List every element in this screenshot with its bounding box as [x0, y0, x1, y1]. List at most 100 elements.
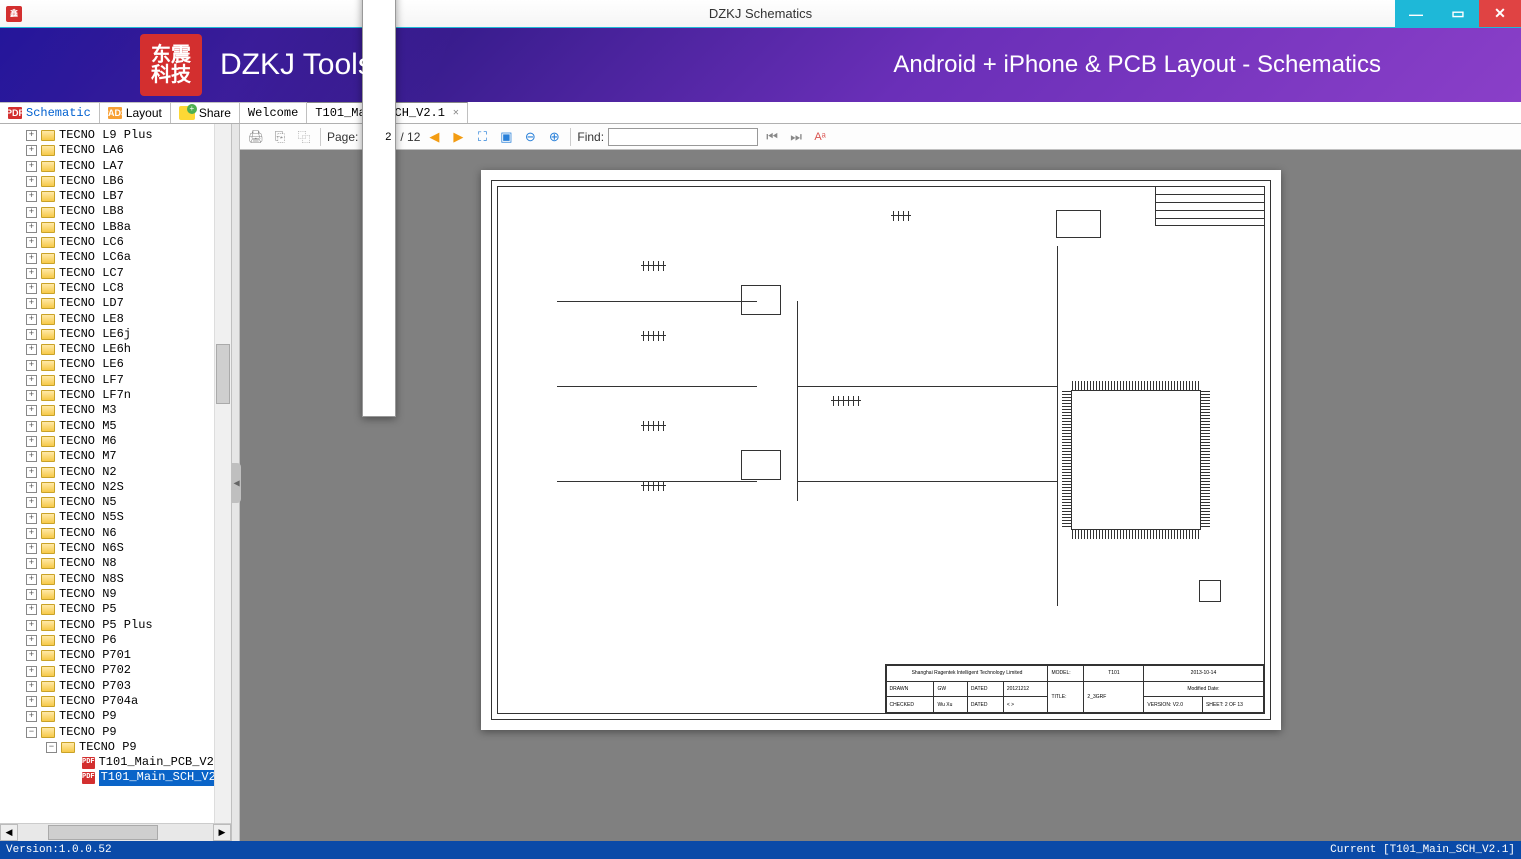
save-icon[interactable]: 🖨 — [246, 127, 266, 147]
expand-icon[interactable]: + — [26, 650, 37, 661]
tree-item[interactable]: +TECNO LB8a — [2, 220, 231, 235]
expand-icon[interactable]: + — [26, 543, 37, 554]
tree-item[interactable]: +TECNO P702 — [2, 663, 231, 678]
splitter-grip[interactable] — [232, 463, 241, 503]
sidebar-vscroll[interactable] — [214, 124, 231, 823]
tree-item[interactable]: +TECNO LC8 — [2, 281, 231, 296]
tab-schematic[interactable]: PDF Schematic — [0, 102, 100, 123]
tree-item[interactable]: +TECNO N6 — [2, 526, 231, 541]
tree-item[interactable]: +TECNO P701 — [2, 648, 231, 663]
find-prev-button[interactable]: ⏮ — [762, 127, 782, 147]
expand-icon[interactable]: + — [26, 635, 37, 646]
collapse-icon[interactable]: − — [46, 742, 57, 753]
tree-item[interactable]: +TECNO L9 Plus — [2, 128, 231, 143]
collapse-icon[interactable]: − — [26, 727, 37, 738]
tree-item[interactable]: +TECNO LC6 — [2, 235, 231, 250]
expand-icon[interactable]: + — [26, 681, 37, 692]
fit-page-icon[interactable]: ▣ — [496, 127, 516, 147]
tree-item[interactable]: +TECNO P6 — [2, 633, 231, 648]
tree-file-selected[interactable]: PDFT101_Main_SCH_V2.1 — [2, 770, 231, 785]
tree-item[interactable]: +TECNO N5 — [2, 495, 231, 510]
expand-icon[interactable]: + — [26, 405, 37, 416]
tree-item[interactable]: +TECNO LB6 — [2, 174, 231, 189]
copy-icon[interactable]: ⎘ — [270, 127, 290, 147]
expand-icon[interactable]: + — [26, 360, 37, 371]
expand-icon[interactable]: + — [26, 390, 37, 401]
tree-item[interactable]: +TECNO M5 — [2, 419, 231, 434]
maximize-button[interactable]: ▭ — [1437, 0, 1479, 27]
expand-icon[interactable]: + — [26, 467, 37, 478]
expand-icon[interactable]: + — [26, 222, 37, 233]
tree-item[interactable]: +TECNO M6 — [2, 434, 231, 449]
expand-icon[interactable]: + — [26, 574, 37, 585]
expand-icon[interactable]: + — [26, 482, 37, 493]
expand-icon[interactable]: + — [26, 436, 37, 447]
tree-item[interactable]: +TECNO P5 Plus — [2, 618, 231, 633]
close-button[interactable]: ✕ — [1479, 0, 1521, 27]
tree-item[interactable]: +TECNO LA7 — [2, 159, 231, 174]
file-tree[interactable]: +TECNO L9 Plus+TECNO LA6+TECNO LA7+TECNO… — [0, 124, 231, 786]
tab-share[interactable]: Share — [171, 102, 240, 123]
expand-icon[interactable]: + — [26, 451, 37, 462]
expand-icon[interactable]: + — [26, 513, 37, 524]
tree-item[interactable]: +TECNO LE8 — [2, 312, 231, 327]
tree-item[interactable]: +TECNO M7 — [2, 449, 231, 464]
tree-item[interactable]: +TECNO LE6h — [2, 342, 231, 357]
expand-icon[interactable]: + — [26, 191, 37, 202]
minimize-button[interactable]: — — [1395, 0, 1437, 27]
close-tab-icon[interactable]: ✕ — [453, 107, 459, 119]
tree-item[interactable]: +TECNO N8S — [2, 572, 231, 587]
tree-item[interactable]: +TECNO LB7 — [2, 189, 231, 204]
tree-item[interactable]: +TECNO N9 — [2, 587, 231, 602]
zoom-in-button[interactable]: ⊕ — [544, 127, 564, 147]
expand-icon[interactable]: + — [26, 711, 37, 722]
expand-icon[interactable]: + — [26, 666, 37, 677]
expand-icon[interactable]: + — [26, 161, 37, 172]
expand-icon[interactable]: + — [26, 696, 37, 707]
hscroll-track[interactable] — [18, 824, 213, 841]
expand-icon[interactable]: + — [26, 253, 37, 264]
expand-icon[interactable]: + — [26, 298, 37, 309]
expand-icon[interactable]: + — [26, 268, 37, 279]
expand-icon[interactable]: + — [26, 528, 37, 539]
expand-icon[interactable]: + — [26, 237, 37, 248]
expand-icon[interactable]: + — [26, 314, 37, 325]
expand-icon[interactable]: + — [26, 130, 37, 141]
tree-item[interactable]: +TECNO N2 — [2, 465, 231, 480]
expand-icon[interactable]: + — [26, 176, 37, 187]
tree-item[interactable]: +TECNO LD7 — [2, 296, 231, 311]
pages-icon[interactable]: ⿻ — [294, 127, 314, 147]
scroll-right-button[interactable]: ▶ — [213, 824, 231, 841]
tree-item[interactable]: +TECNO LA6 — [2, 143, 231, 158]
tree-item[interactable]: +TECNO P5 — [2, 602, 231, 617]
expand-icon[interactable]: + — [26, 344, 37, 355]
zoom-out-button[interactable]: ⊖ — [520, 127, 540, 147]
expand-icon[interactable]: + — [26, 375, 37, 386]
tree-item[interactable]: +TECNO P9 — [2, 709, 231, 724]
tree-item[interactable]: +TECNO LF7 — [2, 373, 231, 388]
tree-item[interactable]: +TECNO N2S — [2, 480, 231, 495]
fit-width-icon[interactable]: ⛶ — [472, 127, 492, 147]
tree-item[interactable]: +TECNO M3 — [2, 403, 231, 418]
tree-item[interactable]: +TECNO P704a — [2, 694, 231, 709]
tree-item[interactable]: +TECNO LC7 — [2, 266, 231, 281]
tree-item[interactable]: +TECNO LC6a — [2, 250, 231, 265]
next-page-button[interactable]: ▶ — [448, 127, 468, 147]
expand-icon[interactable]: + — [26, 283, 37, 294]
splitter[interactable] — [232, 124, 240, 841]
expand-icon[interactable]: + — [26, 497, 37, 508]
prev-page-button[interactable]: ◀ — [424, 127, 444, 147]
expand-icon[interactable]: + — [26, 329, 37, 340]
match-case-button[interactable]: Aᵃ — [810, 127, 830, 147]
expand-icon[interactable]: + — [26, 589, 37, 600]
tree-item[interactable]: +TECNO LB8 — [2, 204, 231, 219]
tree-file[interactable]: PDFT101_Main_PCB_V2.1_PAD — [2, 755, 231, 770]
tree-item[interactable]: +TECNO LE6j — [2, 327, 231, 342]
expand-icon[interactable]: + — [26, 207, 37, 218]
expand-icon[interactable]: + — [26, 558, 37, 569]
sidebar-hscroll[interactable]: ◀ ▶ — [0, 823, 231, 841]
tree-item[interactable]: +TECNO P703 — [2, 679, 231, 694]
find-next-button[interactable]: ⏭ — [786, 127, 806, 147]
tree-item[interactable]: +TECNO N8 — [2, 556, 231, 571]
find-input[interactable] — [608, 128, 758, 146]
